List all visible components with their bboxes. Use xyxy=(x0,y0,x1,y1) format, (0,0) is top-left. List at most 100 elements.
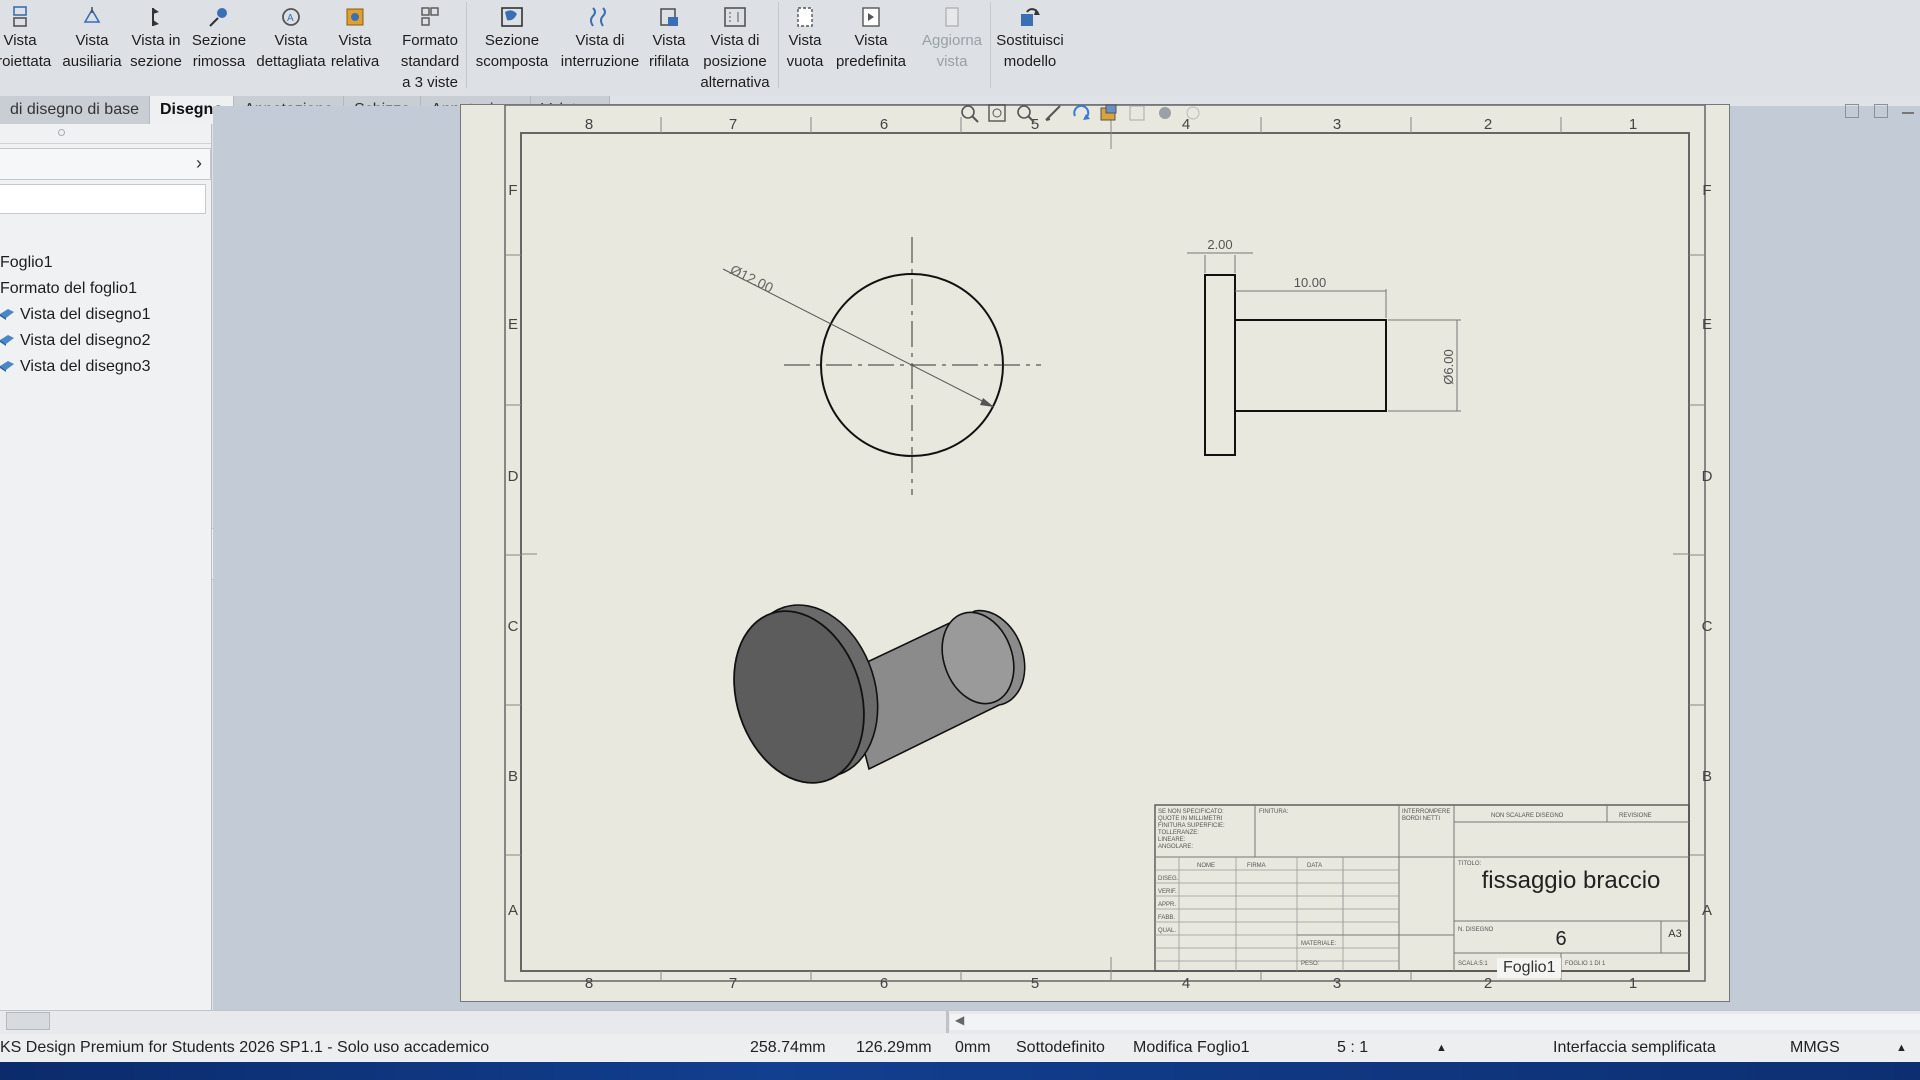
display-style-icon[interactable] xyxy=(1098,102,1120,124)
update-button-label: Aggiorna vista xyxy=(921,32,983,70)
status-units[interactable]: MMGS xyxy=(1790,1039,1840,1057)
predefined-button[interactable]: Vista predefinita xyxy=(834,4,908,72)
drawing-sheet[interactable]: 8 8 7 7 6 6 5 5 4 4 3 3 2 2 1 1 F F E E D D C C B B A A Ø12.00 2.00 10… xyxy=(460,104,1730,1002)
standard-3-view-icon xyxy=(417,4,443,30)
standard3-button-label: Formato standard a 3 viste xyxy=(400,32,460,91)
predefined-button-label: Vista predefinita xyxy=(835,32,907,70)
title-block-deburr-label: INTERROMPERE xyxy=(1402,809,1450,815)
chevron-right-icon[interactable]: › xyxy=(196,153,202,174)
relative-view-icon xyxy=(342,4,368,30)
border-number-bottom: 5 xyxy=(1031,975,1039,992)
update-button[interactable]: Aggiorna vista xyxy=(918,4,986,72)
hide-show-icon[interactable] xyxy=(1126,102,1148,124)
detail-button[interactable]: A Vista dettagliata xyxy=(254,4,328,72)
tree-item[interactable]: Formato del foglio1 xyxy=(0,280,137,298)
border-number-top: 7 xyxy=(729,116,737,133)
border-letter-left: C xyxy=(508,618,519,635)
broken-out-section-icon xyxy=(499,4,525,30)
panel-header xyxy=(0,124,211,144)
border-number-top: 3 xyxy=(1333,116,1341,133)
dim-shaft-diameter: Ø6.00 xyxy=(1441,349,1456,384)
os-taskbar xyxy=(0,1062,1920,1080)
title-block-row-label: VERIF. xyxy=(1158,889,1177,895)
section-button-label: Vista in sezione xyxy=(130,32,182,70)
section-button[interactable]: Vista in sezione xyxy=(128,4,184,72)
scroll-left-icon[interactable]: ◀ xyxy=(955,1013,964,1027)
title-block-general-note: ANGOLARE: xyxy=(1158,844,1193,850)
projected-button[interactable]: Vista proiettata xyxy=(0,4,51,72)
diameter-arrow xyxy=(980,398,994,407)
auxiliary-button[interactable]: Vista ausiliaria xyxy=(62,4,122,72)
title-block-row-label: FABB. xyxy=(1158,915,1175,921)
border-letter-right: C xyxy=(1702,618,1713,635)
border-number-bottom: 8 xyxy=(585,975,593,992)
border-letter-right: D xyxy=(1702,468,1713,485)
detail-view-icon: A xyxy=(278,4,304,30)
scroll-split-handle[interactable] xyxy=(946,1011,949,1033)
title-block-weight-label: PESO: xyxy=(1301,961,1320,967)
tree-item[interactable]: Vista del disegno1 xyxy=(0,306,150,324)
sheet-tab-folder-icon[interactable] xyxy=(6,1012,50,1030)
border-number-top: 6 xyxy=(880,116,888,133)
title-block-deburr-label: BORDI NETTI xyxy=(1402,816,1440,822)
relative-button[interactable]: Vista relativa xyxy=(330,4,380,72)
status-ui-mode[interactable]: Interfaccia semplificata xyxy=(1553,1039,1716,1057)
sketch-pen-icon[interactable] xyxy=(1042,102,1064,124)
update-view-icon xyxy=(939,4,965,30)
panel-tabs-row[interactable]: › xyxy=(0,148,211,180)
rotate-view-icon[interactable] xyxy=(1070,102,1092,124)
scale-up-arrow-icon[interactable]: ▲ xyxy=(1436,1042,1447,1054)
ribbon-toolbar: Vista proiettata Vista ausiliariaVista in… xyxy=(0,0,1920,96)
title-block-general-note: TOLLERANZE: xyxy=(1158,830,1199,836)
title-block-name-label: NOME xyxy=(1197,863,1215,869)
removed-button[interactable]: Sezione rimossa xyxy=(190,4,248,72)
dim-flange-thickness: 2.00 xyxy=(1207,237,1232,252)
minimize-icon[interactable] xyxy=(1902,112,1914,114)
exploded-button[interactable]: Sezione scomposta xyxy=(472,4,552,72)
empty-button-label: Vista vuota xyxy=(786,32,824,70)
zoom-area-icon[interactable] xyxy=(986,102,1008,124)
empty-button[interactable]: Vista vuota xyxy=(782,4,828,72)
sheet-name-label: Foglio1 xyxy=(1497,958,1562,978)
tree-item[interactable]: Foglio1 xyxy=(0,254,52,272)
horizontal-scrollbar[interactable] xyxy=(950,1014,1920,1030)
title-block-row-label: APPR. xyxy=(1158,902,1176,908)
restore-window-icon[interactable] xyxy=(1845,104,1859,118)
tree-item-label: Vista del disegno2 xyxy=(20,332,151,349)
break-view-icon xyxy=(587,4,613,30)
sheet-size: A3 xyxy=(1668,928,1681,940)
tree-item-label: Vista del disegno1 xyxy=(20,306,151,323)
title-block-noscale-label: NON SCALARE DISEGNO xyxy=(1491,813,1564,819)
crop-button[interactable]: Vista rifilata xyxy=(644,4,694,72)
title-block-row-label: QUAL. xyxy=(1158,928,1176,934)
status-y-coord: 126.29mm xyxy=(856,1039,932,1056)
previous-view-icon[interactable] xyxy=(1014,102,1036,124)
apply-scene-icon[interactable] xyxy=(1154,102,1176,124)
break-button[interactable]: Vista di interruzione xyxy=(556,4,644,72)
standard3-button[interactable]: Formato standard a 3 viste xyxy=(398,4,462,93)
units-arrow-icon[interactable]: ▲ xyxy=(1896,1042,1907,1054)
status-x-coord: 258.74mm xyxy=(750,1039,826,1056)
dim-front-diameter: Ø12.00 xyxy=(728,261,776,296)
empty-view-icon xyxy=(792,4,818,30)
view-settings-icon[interactable] xyxy=(1182,102,1204,124)
tree-item[interactable]: Vista del disegno3 xyxy=(0,358,150,376)
title-block-general-note: QUOTE IN MILLIMETRI xyxy=(1158,816,1223,822)
status-sheet-scale[interactable]: 5 : 1 xyxy=(1337,1039,1368,1057)
removed-section-icon xyxy=(206,4,232,30)
tree-filter-input[interactable] xyxy=(0,184,206,214)
drawing-svg: 8877665544332211F FE ED DC CB BA AØ12.002.0010… xyxy=(504,105,1713,992)
border-letter-left: A xyxy=(508,902,518,919)
border-letter-right: A xyxy=(1702,902,1712,919)
altpos-button[interactable]: Vista di posizione alternativa xyxy=(700,4,770,93)
tile-window-icon[interactable] xyxy=(1874,104,1888,118)
crop-view-icon xyxy=(656,4,682,30)
zoom-to-fit-icon[interactable] xyxy=(958,102,980,124)
outer-border xyxy=(504,105,1706,982)
tree-item[interactable]: Vista del disegno2 xyxy=(0,332,150,350)
replace-button[interactable]: Sostituisci modello xyxy=(996,4,1064,72)
auxiliary-button-label: Vista ausiliaria xyxy=(62,32,122,70)
border-letter-right: B xyxy=(1702,768,1712,785)
altpos-button-label: Vista di posizione alternativa xyxy=(700,32,770,91)
tab-0[interactable]: di disegno di base xyxy=(0,96,150,124)
